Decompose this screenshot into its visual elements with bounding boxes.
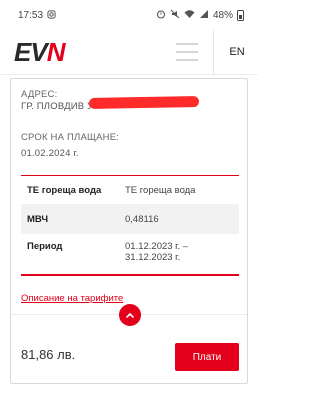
tariff-description-link[interactable]: Описание на тарифите [21,293,123,304]
language-switch[interactable]: EN [222,30,252,75]
due-date-label: СРОК НА ПЛАЩАНЕ: [21,132,120,143]
table-bottom-border [21,274,239,276]
mute-icon [170,9,180,21]
status-time: 17:53 [18,9,44,21]
status-left: 17:53 [18,10,56,21]
table-cell-value: ТЕ гореща вода [125,184,196,196]
table-cell-name: МВЧ [27,213,49,225]
redaction-mark [88,96,200,109]
period-start: 01.12.2023 г. – [125,241,189,252]
table-row: Период 01.12.2023 г. – 31.12.2023 г. [21,234,239,274]
tariff-table: ТЕ гореща вода ТЕ гореща вода МВЧ 0,4811… [21,175,239,276]
period-end: 31.12.2023 г. [125,252,181,263]
instagram-icon [47,9,56,21]
signal-icon [199,9,209,21]
table-cell-name: Период [27,241,63,252]
alarm-icon [156,9,166,21]
due-date-value: 01.02.2024 г. [21,148,79,159]
logo-text-ev: EV [14,37,48,67]
app-header: EVN EN [0,30,258,75]
table-cell-name: ТЕ гореща вода [27,184,102,196]
chevron-up-icon [125,312,135,318]
status-bar: 17:53 48% [0,0,258,30]
amount-due: 81,86 лв. [21,347,76,362]
table-cell-value: 0,48116 [125,213,159,225]
pay-button[interactable]: Плати [175,343,239,371]
menu-icon[interactable] [176,43,198,61]
address-value: ГР. ПЛОВДИВ У [21,101,94,112]
status-right: 48% [156,9,244,21]
collapse-toggle-button[interactable] [119,304,141,326]
invoice-card: АДРЕС: ГР. ПЛОВДИВ У СРОК НА ПЛАЩАНЕ: 01… [10,78,248,384]
wifi-icon [184,9,195,21]
address-label: АДРЕС: [21,89,58,100]
table-cell-value: 01.12.2023 г. – 31.12.2023 г. [125,241,239,274]
header-divider [213,30,214,75]
battery-percent: 48% [212,9,233,21]
table-row: ТЕ гореща вода ТЕ гореща вода [21,176,239,204]
logo-text-n: N [46,37,66,67]
table-row: МВЧ 0,48116 [21,204,239,234]
evn-logo[interactable]: EVN [14,37,66,67]
battery-icon [237,9,244,21]
